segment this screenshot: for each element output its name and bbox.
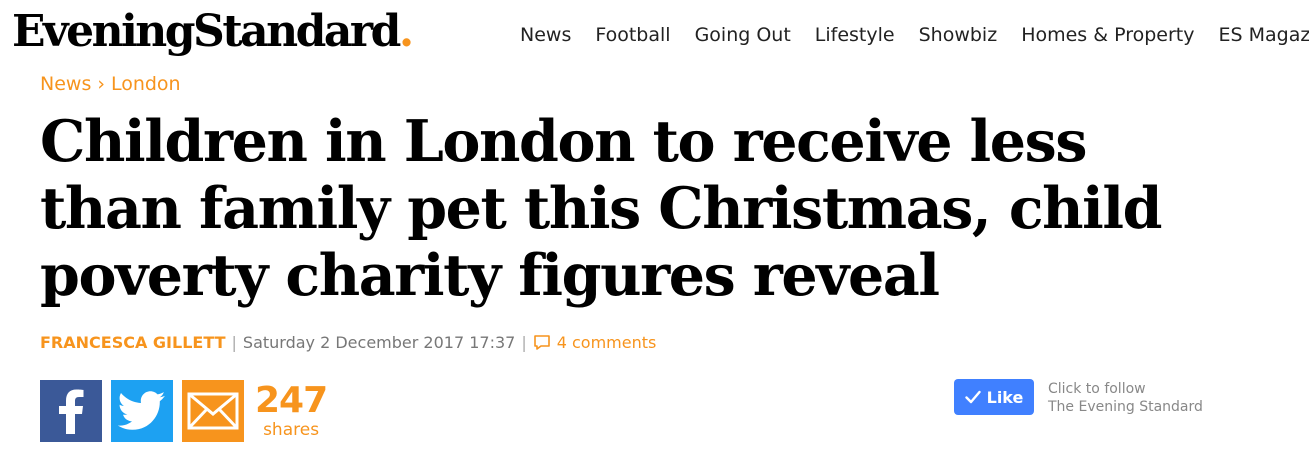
twitter-share-button[interactable] <box>111 380 173 442</box>
checkmark-icon <box>964 390 981 404</box>
meta-divider: | <box>521 333 527 352</box>
follow-text: Click to follow The Evening Standard <box>1048 380 1203 416</box>
comment-bubble-icon <box>533 335 550 350</box>
site-logo[interactable]: EveningStandard. <box>12 4 414 60</box>
like-label: Like <box>986 387 1024 407</box>
nav-item-going-out[interactable]: Going Out <box>695 24 791 46</box>
nav-item-es-magazine[interactable]: ES Magazine <box>1219 24 1309 46</box>
logo-text: EveningStandard <box>12 6 401 57</box>
share-count: 247 shares <box>255 380 328 441</box>
follow-line-1: Click to follow <box>1048 381 1146 397</box>
meta-divider: | <box>231 333 237 352</box>
nav-item-showbiz[interactable]: Showbiz <box>919 24 998 46</box>
facebook-share-button[interactable] <box>40 380 102 442</box>
main-nav: News Football Going Out Lifestyle Showbi… <box>520 24 1309 46</box>
email-share-button[interactable] <box>182 380 244 442</box>
comments-count: 4 comments <box>556 333 657 352</box>
nav-item-homes-property[interactable]: Homes & Property <box>1021 24 1194 46</box>
follow-line-2: The Evening Standard <box>1048 399 1203 415</box>
article-meta: FRANCESCA GILLETT | Saturday 2 December … <box>40 333 656 352</box>
share-bar: 247 shares <box>40 380 328 442</box>
author-name[interactable]: FRANCESCA GILLETT <box>40 333 226 352</box>
article-headline: Children in London to receive less than … <box>40 108 1163 309</box>
facebook-like-button[interactable]: Like <box>954 379 1034 415</box>
breadcrumb-london[interactable]: London <box>111 73 181 95</box>
facebook-icon <box>59 389 84 434</box>
breadcrumb-separator: › <box>97 73 105 95</box>
nav-item-news[interactable]: News <box>520 24 571 46</box>
nav-item-lifestyle[interactable]: Lifestyle <box>815 24 895 46</box>
twitter-icon <box>118 391 166 430</box>
breadcrumb: News › London <box>40 73 181 95</box>
share-count-number: 247 <box>255 380 328 421</box>
publish-date: Saturday 2 December 2017 17:37 <box>242 333 516 352</box>
share-count-label: shares <box>263 420 320 440</box>
nav-item-football[interactable]: Football <box>595 24 670 46</box>
comments-link[interactable]: 4 comments <box>533 333 657 352</box>
logo-dot: . <box>398 6 414 57</box>
breadcrumb-news[interactable]: News <box>40 73 91 95</box>
email-icon <box>187 392 239 430</box>
